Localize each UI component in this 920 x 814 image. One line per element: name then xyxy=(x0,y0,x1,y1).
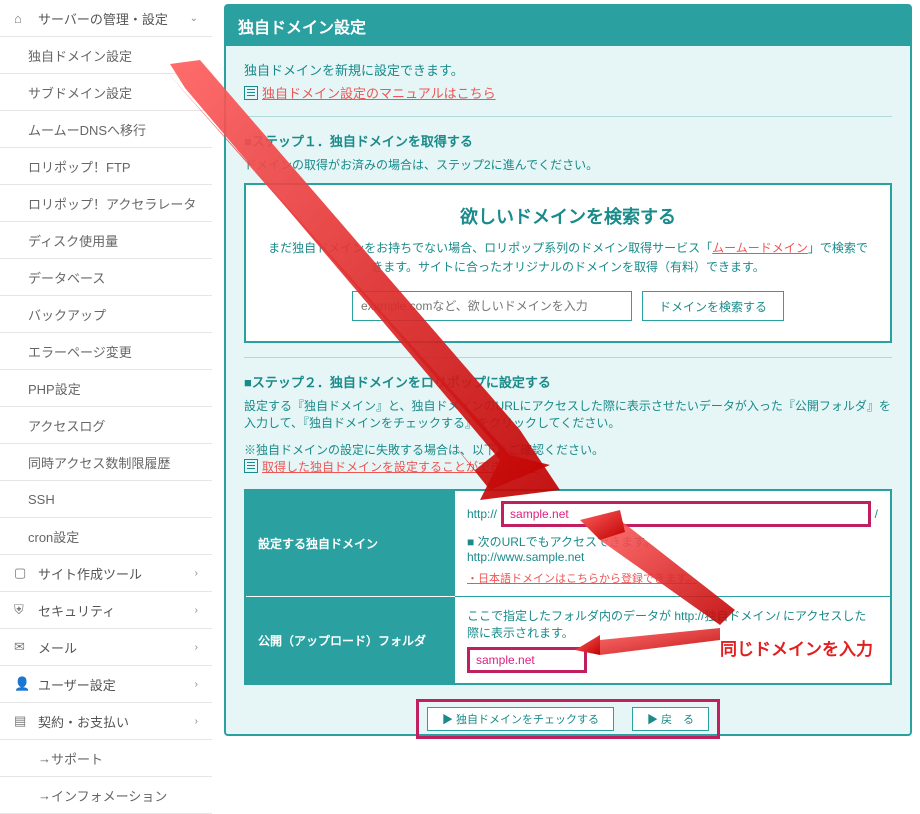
panel-title: 独自ドメイン設定 xyxy=(226,6,910,46)
domain-search-input[interactable] xyxy=(352,291,632,321)
chevron-right-icon: › xyxy=(195,568,198,579)
card-icon: ▤ xyxy=(14,713,30,729)
sidebar-item-backup[interactable]: バックアップ xyxy=(0,296,212,333)
sidebar-item-accesslog[interactable]: アクセスログ xyxy=(0,407,212,444)
chevron-right-icon: › xyxy=(195,679,198,690)
http-prefix: http:// xyxy=(467,507,497,521)
search-box-text: まだ独自ドメインをお持ちでない場合、ロリポップ系列のドメイン取得サービス「ムーム… xyxy=(266,239,870,277)
step2-title: ■ステップ２．独自ドメインをロリポップに設定する xyxy=(244,372,892,391)
row-label-folder: 公開（アップロード）フォルダ xyxy=(245,597,455,685)
user-icon: 👤 xyxy=(14,676,30,692)
sidebar-group-mail[interactable]: ✉メール› xyxy=(0,629,212,666)
domain-input[interactable] xyxy=(501,501,871,527)
sidebar-item-ftp[interactable]: ロリポップ！FTP xyxy=(0,148,212,185)
sidebar-group-server[interactable]: ⌂ サーバーの管理・設定 ⌄ xyxy=(0,0,212,37)
document-icon xyxy=(244,459,258,473)
main-content: 独自ドメイン設定 独自ドメインを新規に設定できます。 独自ドメイン設定のマニュア… xyxy=(212,0,920,814)
domain-search-box: 欲しいドメインを検索する まだ独自ドメインをお持ちでない場合、ロリポップ系列のド… xyxy=(244,183,892,343)
domain-search-button[interactable]: ドメインを検索する xyxy=(642,291,784,321)
separator xyxy=(244,357,892,358)
sidebar-item-domain[interactable]: 独自ドメイン設定 xyxy=(0,37,212,74)
button-highlight-box: ▶ 独自ドメインをチェックする ▶ 戻 る xyxy=(416,699,720,739)
sidebar-item-php[interactable]: PHP設定 xyxy=(0,370,212,407)
also-url: http://www.sample.net xyxy=(467,550,878,564)
sidebar-item-concurrent[interactable]: 同時アクセス数制限履歴 xyxy=(0,444,212,481)
sidebar-group-label: サーバーの管理・設定 xyxy=(38,9,168,28)
intro-text: 独自ドメインを新規に設定できます。 xyxy=(244,60,892,79)
sidebar-item-ssh[interactable]: SSH xyxy=(0,481,212,518)
step1-desc: ドメインの取得がお済みの場合は、ステップ2に進んでください。 xyxy=(244,156,892,173)
chevron-right-icon: › xyxy=(195,605,198,616)
sidebar-item-cron[interactable]: cron設定 xyxy=(0,518,212,555)
sidebar-group-security[interactable]: ⛨セキュリティ› xyxy=(0,592,212,629)
chevron-right-icon: › xyxy=(195,716,198,727)
sidebar-group-billing[interactable]: ▤契約・お支払い› xyxy=(0,703,212,740)
sidebar-group-site-tools[interactable]: ▢サイト作成ツール› xyxy=(0,555,212,592)
chevron-down-icon: ⌄ xyxy=(190,13,198,24)
sidebar-item-errorpage[interactable]: エラーページ変更 xyxy=(0,333,212,370)
also-label: ■ 次のURLでもアクセスできます。 xyxy=(467,533,878,550)
chevron-right-icon: › xyxy=(195,642,198,653)
sidebar-item-subdomain[interactable]: サブドメイン設定 xyxy=(0,74,212,111)
step2-note: ※独自ドメインの設定に失敗する場合は、以下をご確認ください。 xyxy=(244,441,892,458)
sidebar-item-disk[interactable]: ディスク使用量 xyxy=(0,222,212,259)
sidebar-item-database[interactable]: データベース xyxy=(0,259,212,296)
japanese-domain-link[interactable]: ・日本語ドメインはこちらから登録できます。 xyxy=(467,573,697,585)
sidebar-item-support[interactable]: → サポート xyxy=(0,740,212,777)
slash: / xyxy=(875,507,878,521)
row-label-domain: 設定する独自ドメイン xyxy=(245,490,455,597)
step1-title: ■ステップ１．独自ドメインを取得する xyxy=(244,131,892,150)
sidebar-item-muumuu-dns[interactable]: ムームーDNSへ移行 xyxy=(0,111,212,148)
folder-desc: ここで指定したフォルダ内のデータが http://独自ドメイン/ にアクセスした… xyxy=(467,607,878,641)
shield-icon: ⛨ xyxy=(14,602,30,618)
error-link[interactable]: 取得した独自ドメインを設定することができません xyxy=(262,460,538,474)
manual-link[interactable]: 独自ドメイン設定のマニュアルはこちら xyxy=(262,86,496,101)
sidebar-group-user[interactable]: 👤ユーザー設定› xyxy=(0,666,212,703)
display-icon: ▢ xyxy=(14,565,30,581)
check-domain-button[interactable]: ▶ 独自ドメインをチェックする xyxy=(427,707,614,731)
step2-desc: 設定する『独自ドメイン』と、独自ドメインのURLにアクセスした際に表示させたいデ… xyxy=(244,397,892,431)
server-icon: ⌂ xyxy=(14,11,30,26)
separator xyxy=(244,116,892,117)
mail-icon: ✉ xyxy=(14,639,30,655)
muumuu-link[interactable]: ムームードメイン xyxy=(712,241,808,255)
domain-settings-panel: 独自ドメイン設定 独自ドメインを新規に設定できます。 独自ドメイン設定のマニュア… xyxy=(224,4,912,736)
document-icon xyxy=(244,86,258,100)
back-button[interactable]: ▶ 戻 る xyxy=(632,707,709,731)
domain-form-table: 設定する独自ドメイン http:// / ■ 次のURLでもアクセスできます。 … xyxy=(244,489,892,685)
folder-input[interactable] xyxy=(467,647,587,673)
sidebar-item-accelerator[interactable]: ロリポップ！アクセラレータ xyxy=(0,185,212,222)
search-box-title: 欲しいドメインを検索する xyxy=(266,203,870,229)
sidebar: ⌂ サーバーの管理・設定 ⌄ 独自ドメイン設定 サブドメイン設定 ムームーDNS… xyxy=(0,0,212,814)
sidebar-item-information[interactable]: → インフォメーション xyxy=(0,777,212,814)
